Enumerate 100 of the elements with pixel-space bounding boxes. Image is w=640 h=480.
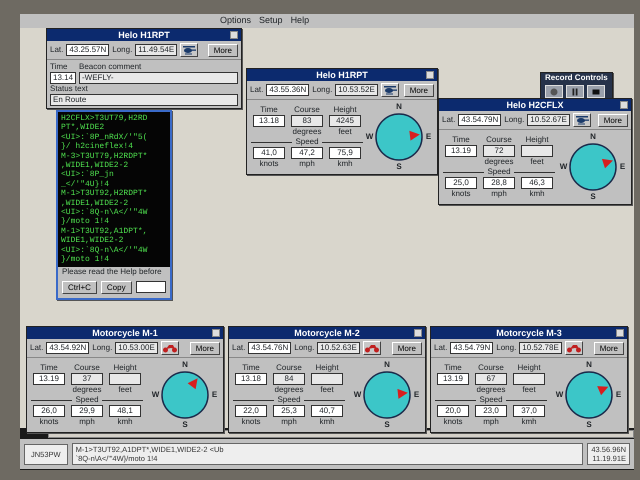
speed-unit: knots — [259, 159, 279, 169]
speed-unit: knots — [451, 189, 471, 199]
helicopter-icon — [181, 44, 198, 56]
speed-field: 46,3 — [521, 177, 553, 189]
speed-field: 40,7 — [311, 405, 343, 417]
height-label: Height — [333, 105, 357, 115]
menu-item[interactable]: Options — [220, 14, 252, 28]
window-title: Helo H1RPT — [118, 29, 170, 41]
pause-button[interactable] — [566, 85, 584, 98]
record-controls-title: Record Controls — [544, 73, 609, 83]
latitude-label: Lat. — [250, 85, 264, 95]
menu-item[interactable]: Setup — [259, 14, 283, 28]
height-unit: feet — [338, 127, 352, 137]
vehicle-icon-button[interactable] — [362, 341, 381, 355]
course-label: Course — [486, 135, 512, 145]
compass-label: W — [556, 390, 564, 400]
more-button[interactable]: More — [392, 342, 422, 354]
time-field: 13.19 — [445, 145, 477, 157]
terminal-button[interactable]: Ctrl+C — [62, 280, 97, 294]
motorcycle-icon — [566, 342, 582, 354]
course-label: Course — [276, 363, 302, 373]
help-notice: Please read the Help before — [61, 266, 163, 276]
beacon-comment-label: Beacon comment — [79, 62, 142, 72]
beacon-comment-field[interactable]: -WEFLY- — [79, 72, 238, 84]
more-button[interactable]: More — [190, 342, 220, 354]
window-control-icon[interactable] — [620, 101, 628, 109]
time-field: 13.14 — [50, 72, 76, 84]
compass-label: E — [212, 390, 218, 400]
latitude-field: 43.54.92N — [46, 342, 90, 354]
terminal-button[interactable]: Copy — [100, 280, 132, 294]
height-unit: feet — [522, 385, 536, 395]
vehicle-icon-button[interactable] — [180, 43, 198, 57]
height-label: Height — [315, 363, 339, 373]
speed-field: 75,9 — [329, 147, 361, 159]
longitude-label: Long. — [312, 85, 332, 95]
vehicle-icon-button[interactable] — [564, 341, 583, 355]
status-text-field[interactable]: En Route — [50, 94, 238, 106]
more-button[interactable]: More — [404, 84, 434, 96]
compass-label: N — [586, 360, 592, 370]
compass-label: E — [426, 132, 432, 142]
speed-unit: kmh — [319, 417, 335, 427]
window-control-icon[interactable] — [230, 31, 238, 39]
compass-label: S — [182, 420, 188, 430]
more-button[interactable]: More — [598, 114, 628, 126]
motorcycle-icon — [162, 342, 178, 354]
latitude-field: 43.54.79N — [450, 342, 494, 354]
course-label: Course — [478, 363, 504, 373]
compass-label: N — [384, 360, 390, 370]
longitude-label: Long. — [504, 115, 524, 125]
window-control-icon[interactable] — [426, 71, 434, 79]
input-field[interactable] — [136, 280, 166, 292]
vehicle-icon-button[interactable] — [572, 113, 591, 127]
speed-label: Speed — [487, 167, 511, 177]
window-control-icon[interactable] — [616, 329, 624, 337]
longitude-label: Long. — [294, 343, 314, 353]
height-field — [521, 145, 553, 157]
course-field: 83 — [291, 115, 323, 127]
record-icon — [549, 86, 559, 96]
menu-item[interactable]: Help — [290, 14, 310, 28]
speed-field: 41,0 — [253, 147, 285, 159]
status-text-label: Status text — [50, 84, 89, 94]
height-label: Height — [517, 363, 541, 373]
compass-label: W — [354, 390, 362, 400]
longitude-field: 10.52.67E — [527, 114, 570, 126]
vehicle-icon-button[interactable] — [380, 83, 399, 97]
more-button[interactable]: More — [594, 342, 624, 354]
height-unit: feet — [320, 385, 334, 395]
pause-icon — [570, 86, 580, 96]
height-field — [513, 373, 545, 385]
record-button[interactable] — [545, 85, 563, 98]
latitude-label: Lat. — [30, 343, 44, 353]
time-field: 13.19 — [33, 373, 65, 385]
window-title: Helo H1RPT — [316, 69, 368, 81]
speed-label: Speed — [277, 395, 301, 405]
window-control-icon[interactable] — [212, 329, 220, 337]
window-control-icon[interactable] — [414, 329, 422, 337]
speed-field: 25,3 — [273, 405, 305, 417]
speed-unit: mph — [79, 417, 95, 427]
window-title: Motorcycle M-2 — [294, 327, 360, 339]
compass-drawing — [564, 370, 614, 420]
vehicle-icon-button[interactable] — [160, 341, 179, 355]
latitude-label: Lat. — [442, 115, 456, 125]
more-button[interactable]: More — [208, 44, 238, 56]
time-field: 13.18 — [253, 115, 285, 127]
latitude-field: 43.54.79N — [458, 114, 502, 126]
speed-field: 37,0 — [513, 405, 545, 417]
latitude-label: Lat. — [434, 343, 448, 353]
compass-label: W — [366, 132, 374, 142]
course-label: Course — [294, 105, 320, 115]
compass-label: S — [396, 162, 402, 172]
compass-label: N — [396, 102, 402, 112]
compass-drawing — [568, 142, 618, 192]
stop-icon — [591, 86, 601, 96]
window-title: Motorcycle M-1 — [92, 327, 158, 339]
stop-button[interactable] — [587, 85, 605, 98]
course-unit: degrees — [476, 385, 506, 395]
window-title: Helo H2CFLX — [506, 99, 564, 111]
window-title: Motorcycle M-3 — [496, 327, 562, 339]
speed-field: 29,9 — [71, 405, 103, 417]
course-field: 72 — [483, 145, 515, 157]
